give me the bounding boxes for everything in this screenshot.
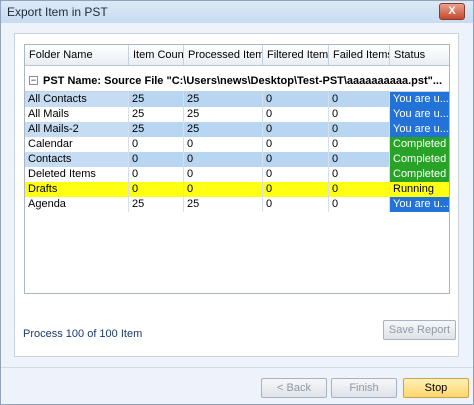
close-button[interactable]: X [439,3,465,20]
folder-name-cell: Agenda [25,197,129,212]
processed-items-cell: 25 [184,107,263,122]
item-count-cell: 0 [129,152,184,167]
table-row[interactable]: All Mails-2 25 25 0 0 You are u... [25,122,449,137]
pst-group-row[interactable]: − PST Name: Source File "C:\Users\news\D… [25,71,449,92]
folder-name-cell: All Mails [25,107,129,122]
table-row[interactable]: Drafts 0 0 0 0 Running [25,182,449,197]
status-cell: Completed [390,137,449,152]
folder-name-cell: Contacts [25,152,129,167]
failed-items-cell: 0 [329,152,390,167]
processed-items-cell: 25 [184,122,263,137]
item-count-cell: 25 [129,197,184,212]
processed-items-cell: 25 [184,92,263,107]
item-count-cell: 25 [129,107,184,122]
status-cell: You are u... [390,197,449,212]
folder-name-cell: All Mails-2 [25,122,129,137]
processed-items-cell: 25 [184,197,263,212]
failed-items-cell: 0 [329,122,390,137]
failed-items-cell: 0 [329,137,390,152]
title-bar: Export Item in PST X [1,1,473,23]
progress-text: Process 100 of 100 Item [23,328,143,340]
item-count-cell: 0 [129,167,184,182]
item-count-cell: 0 [129,137,184,152]
status-cell: You are u... [390,92,449,107]
filtered-items-cell: 0 [263,167,329,182]
failed-items-cell: 0 [329,197,390,212]
filtered-items-cell: 0 [263,137,329,152]
filtered-items-cell: 0 [263,92,329,107]
processed-items-cell: 0 [184,182,263,197]
item-count-cell: 25 [129,92,184,107]
failed-items-cell: 0 [329,167,390,182]
table-row[interactable]: All Mails 25 25 0 0 You are u... [25,107,449,122]
status-cell: You are u... [390,122,449,137]
collapse-icon[interactable]: − [29,76,38,85]
table-row[interactable]: Contacts 0 0 0 0 Completed [25,152,449,167]
back-button[interactable]: < Back [261,378,327,398]
column-header-folder-name[interactable]: Folder Name [25,45,129,65]
processed-items-cell: 0 [184,137,263,152]
column-header-filtered-items[interactable]: Filtered Items [263,45,329,65]
folder-name-cell: Deleted Items [25,167,129,182]
status-cell: Completed [390,167,449,182]
item-count-cell: 25 [129,122,184,137]
table-row[interactable]: All Contacts 25 25 0 0 You are u... [25,92,449,107]
grid-header: Folder Name Item Count Processed Items F… [25,45,449,66]
stop-button[interactable]: Stop [403,378,469,398]
folder-name-cell: All Contacts [25,92,129,107]
failed-items-cell: 0 [329,92,390,107]
folder-name-cell: Calendar [25,137,129,152]
filtered-items-cell: 0 [263,122,329,137]
pst-group-label: PST Name: Source File "C:\Users\news\Des… [43,75,443,87]
table-row[interactable]: Deleted Items 0 0 0 0 Completed [25,167,449,182]
export-panel: Folder Name Item Count Processed Items F… [14,33,459,357]
table-row[interactable]: Calendar 0 0 0 0 Completed [25,137,449,152]
filtered-items-cell: 0 [263,197,329,212]
table-row[interactable]: Agenda 25 25 0 0 You are u... [25,197,449,212]
column-header-failed-items[interactable]: Failed Items [329,45,390,65]
failed-items-cell: 0 [329,107,390,122]
save-report-button[interactable]: Save Report [383,320,456,340]
status-cell: Completed [390,152,449,167]
column-header-processed-items[interactable]: Processed Items [184,45,263,65]
filtered-items-cell: 0 [263,107,329,122]
filtered-items-cell: 0 [263,182,329,197]
folder-name-cell: Drafts [25,182,129,197]
filtered-items-cell: 0 [263,152,329,167]
export-dialog: Export Item in PST X Folder Name Item Co… [0,0,474,405]
export-grid: Folder Name Item Count Processed Items F… [24,44,450,294]
column-header-status[interactable]: Status [390,45,449,65]
item-count-cell: 0 [129,182,184,197]
column-header-item-count[interactable]: Item Count [129,45,184,65]
window-title: Export Item in PST [7,5,108,19]
processed-items-cell: 0 [184,167,263,182]
processed-items-cell: 0 [184,152,263,167]
finish-button[interactable]: Finish [331,378,397,398]
status-cell: Running [390,182,449,197]
failed-items-cell: 0 [329,182,390,197]
status-cell: You are u... [390,107,449,122]
footer-divider [1,367,473,368]
